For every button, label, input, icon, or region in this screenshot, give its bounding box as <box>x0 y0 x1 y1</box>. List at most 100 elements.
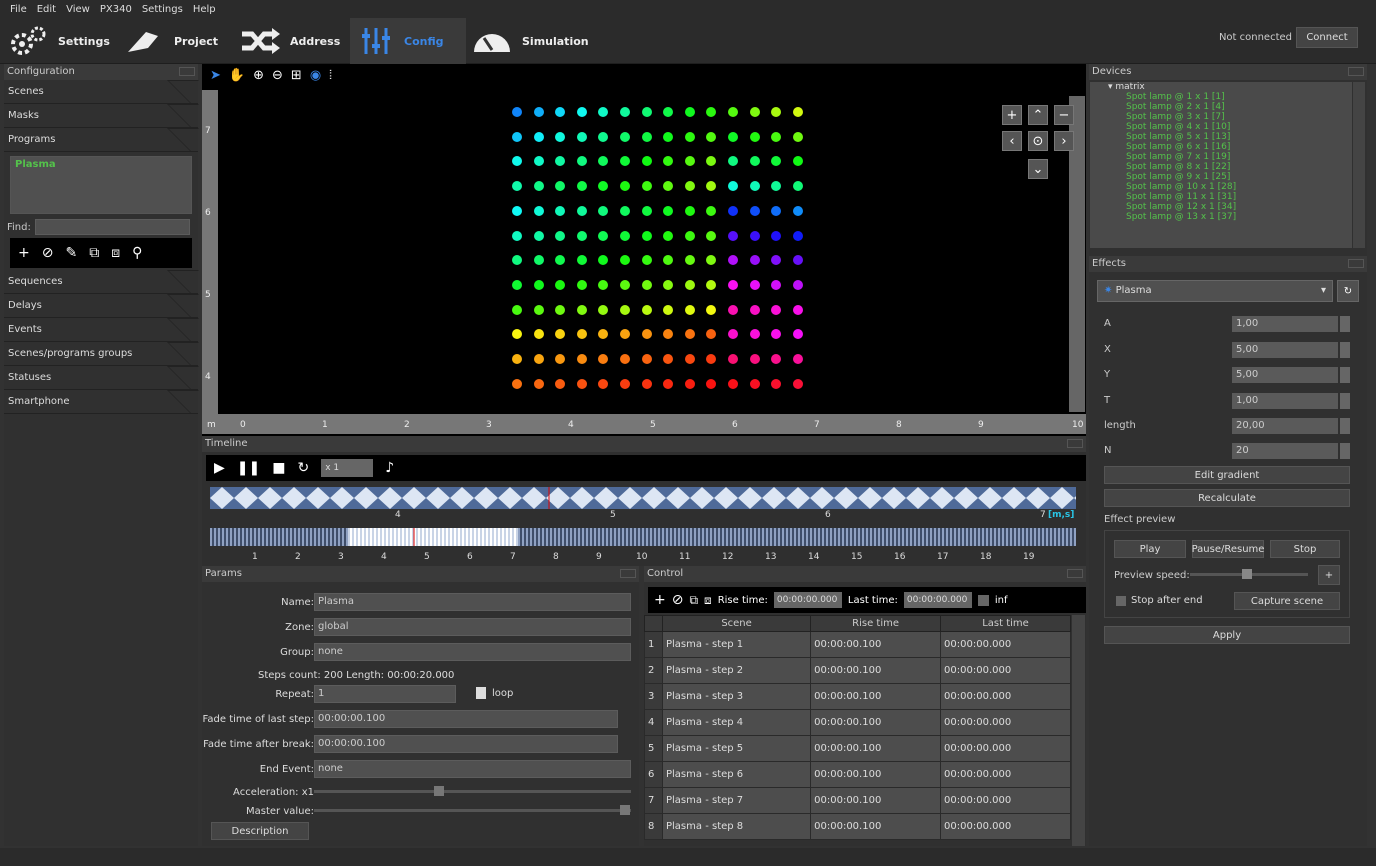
pan-left-button[interactable]: ‹ <box>1002 131 1022 151</box>
preview-speed-handle[interactable] <box>1242 569 1252 579</box>
inf-checkbox[interactable] <box>977 594 989 606</box>
play-icon[interactable]: ▶ <box>214 460 225 476</box>
menu-px340[interactable]: PX340 <box>100 4 132 15</box>
last-time-field[interactable]: 00:00:00.000 <box>903 592 972 608</box>
music-icon[interactable]: ♪ <box>385 460 394 476</box>
find-input[interactable] <box>34 219 190 235</box>
refresh-button[interactable]: ↻ <box>1337 280 1359 302</box>
panel-float-icon[interactable] <box>1348 259 1364 268</box>
list-item[interactable]: Spot lamp @ 13 x 1 [37] <box>1090 212 1352 222</box>
table-row[interactable]: 1 Plasma - step 1 00:00:00.100 00:00:00.000 <box>644 631 1071 658</box>
table-row[interactable]: 4 Plasma - step 4 00:00:00.100 00:00:00.000 <box>644 709 1071 736</box>
effect-select[interactable]: ✷ Plasma ▾ <box>1097 280 1333 302</box>
tab-statuses[interactable]: Statuses <box>4 366 198 390</box>
eye-icon[interactable]: ◉ <box>310 68 321 86</box>
paste-icon[interactable]: ⧈ <box>111 245 120 261</box>
list-item[interactable]: Spot lamp @ 9 x 1 [25] <box>1090 172 1352 182</box>
master-slider[interactable] <box>314 809 631 812</box>
apply-button[interactable]: Apply <box>1104 626 1350 644</box>
panel-float-icon[interactable] <box>1348 67 1364 76</box>
tab-sequences[interactable]: Sequences <box>4 270 198 294</box>
fade-last-step-field[interactable]: 00:00:00.100 <box>314 710 618 728</box>
list-item[interactable]: Spot lamp @ 12 x 1 [34] <box>1090 202 1352 212</box>
table-row[interactable]: 5 Plasma - step 5 00:00:00.100 00:00:00.000 <box>644 735 1071 762</box>
end-event-select[interactable]: none <box>314 760 631 778</box>
rise-time-field[interactable]: 00:00:00.000 <box>773 592 842 608</box>
zoom-in-icon[interactable]: ⊕ <box>253 68 264 86</box>
columns-icon[interactable]: ⦙ <box>329 68 332 86</box>
tab-groups[interactable]: Scenes/programs groups <box>4 342 198 366</box>
list-item[interactable]: Spot lamp @ 3 x 1 [7] <box>1090 112 1352 122</box>
table-scrollbar[interactable] <box>1072 615 1085 846</box>
capture-scene-button[interactable]: Capture scene <box>1234 592 1340 610</box>
add-icon[interactable]: + <box>18 245 30 261</box>
speed-select[interactable]: x 1 <box>321 459 374 477</box>
paste-icon[interactable]: ⧈ <box>704 593 712 608</box>
connect-button[interactable]: Connect <box>1296 27 1358 48</box>
list-item[interactable]: Spot lamp @ 8 x 1 [22] <box>1090 162 1352 172</box>
tab-programs[interactable]: Programs <box>4 128 198 152</box>
param-t-spin[interactable] <box>1340 393 1350 409</box>
list-item[interactable]: Spot lamp @ 1 x 1 [1] <box>1090 92 1352 102</box>
stop-icon[interactable]: ■ <box>272 460 285 476</box>
center-button[interactable]: ⊙ <box>1028 131 1048 151</box>
panel-float-icon[interactable] <box>1067 569 1083 578</box>
search-icon[interactable]: ⚲ <box>132 245 142 261</box>
panel-float-icon[interactable] <box>1067 439 1083 448</box>
list-item[interactable]: Spot lamp @ 6 x 1 [16] <box>1090 142 1352 152</box>
address-tab[interactable]: Address <box>240 18 340 64</box>
hand-icon[interactable]: ✋ <box>229 68 245 86</box>
menu-settings[interactable]: Settings <box>142 4 183 15</box>
pause-resume-button[interactable]: Pause/Resume <box>1192 540 1264 558</box>
edit-gradient-button[interactable]: Edit gradient <box>1104 466 1350 484</box>
pan-up-button[interactable]: ⌃ <box>1028 105 1048 125</box>
copy-icon[interactable]: ⧉ <box>689 593 698 608</box>
table-row[interactable]: 6 Plasma - step 6 00:00:00.100 00:00:00.000 <box>644 761 1071 788</box>
param-x-field[interactable]: 5,00 <box>1232 342 1338 358</box>
panel-float-icon[interactable] <box>179 67 195 76</box>
play-button[interactable]: Play <box>1114 540 1186 558</box>
param-t-field[interactable]: 1,00 <box>1232 393 1338 409</box>
zoom-out-icon[interactable]: ⊖ <box>272 68 283 86</box>
program-item[interactable]: Plasma <box>11 157 191 172</box>
zone-select[interactable]: global <box>314 618 631 636</box>
simulation-tab[interactable]: Simulation <box>472 18 589 64</box>
list-item[interactable]: Spot lamp @ 7 x 1 [19] <box>1090 152 1352 162</box>
table-row[interactable]: 7 Plasma - step 7 00:00:00.100 00:00:00.000 <box>644 787 1071 814</box>
list-item[interactable]: Spot lamp @ 2 x 1 [4] <box>1090 102 1352 112</box>
zoom-minus-button[interactable]: − <box>1054 105 1074 125</box>
grid-icon[interactable]: ⊞ <box>291 68 302 86</box>
list-item[interactable]: Spot lamp @ 5 x 1 [13] <box>1090 132 1352 142</box>
param-y-spin[interactable] <box>1340 367 1350 383</box>
project-tab[interactable]: Project <box>124 18 218 64</box>
tab-masks[interactable]: Masks <box>4 104 198 128</box>
pause-icon[interactable]: ❚❚ <box>237 460 260 476</box>
devices-scrollbar[interactable] <box>1353 82 1365 248</box>
tab-events[interactable]: Events <box>4 318 198 342</box>
remove-icon[interactable]: ⊘ <box>672 592 684 608</box>
tab-smartphone[interactable]: Smartphone <box>4 390 198 414</box>
param-y-field[interactable]: 5,00 <box>1232 367 1338 383</box>
menu-edit[interactable]: Edit <box>37 4 56 15</box>
menu-help[interactable]: Help <box>193 4 216 15</box>
acceleration-handle[interactable] <box>434 786 444 796</box>
param-length-spin[interactable] <box>1340 418 1350 434</box>
param-length-field[interactable]: 20,00 <box>1232 418 1338 434</box>
panel-float-icon[interactable] <box>620 569 636 578</box>
recalculate-button[interactable]: Recalculate <box>1104 489 1350 507</box>
table-row[interactable]: 8 Plasma - step 8 00:00:00.100 00:00:00.000 <box>644 813 1071 840</box>
description-button[interactable]: Description <box>211 822 309 840</box>
copy-icon[interactable]: ⧉ <box>89 245 99 261</box>
timeline-track-bottom[interactable] <box>210 528 1076 546</box>
param-a-spin[interactable] <box>1340 316 1350 332</box>
repeat-icon[interactable]: ↻ <box>297 460 309 476</box>
pointer-icon[interactable]: ➤ <box>210 68 221 86</box>
param-n-spin[interactable] <box>1340 443 1350 459</box>
param-x-spin[interactable] <box>1340 342 1350 358</box>
table-row[interactable]: 2 Plasma - step 2 00:00:00.100 00:00:00.000 <box>644 657 1071 684</box>
zoom-plus-button[interactable]: + <box>1002 105 1022 125</box>
timeline-track-top[interactable] <box>210 487 1076 509</box>
pan-right-button[interactable]: › <box>1054 131 1074 151</box>
menu-file[interactable]: File <box>10 4 27 15</box>
tree-root[interactable]: ▾ matrix <box>1090 82 1352 92</box>
